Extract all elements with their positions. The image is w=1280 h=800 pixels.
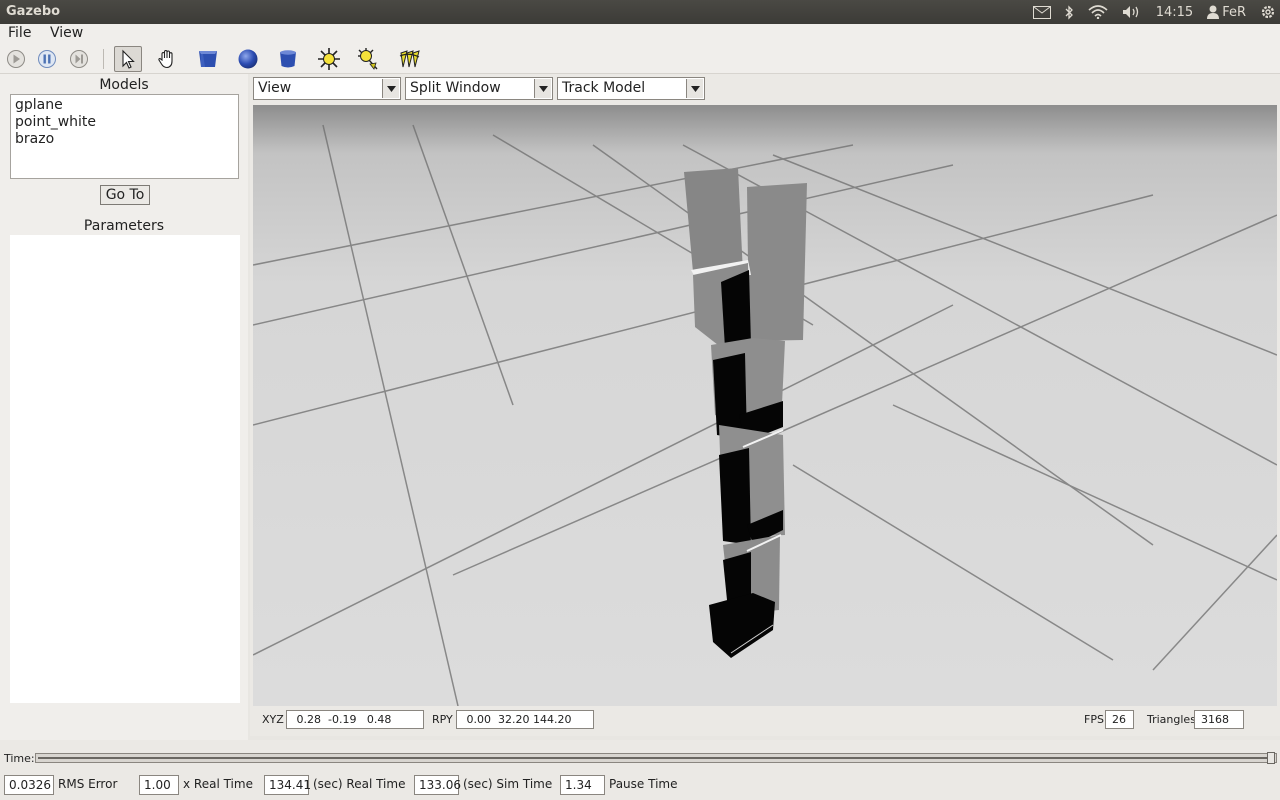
fps-label: FPS (1084, 713, 1104, 726)
system-tray: 14:15 FeR (1026, 0, 1280, 24)
chevron-down-icon (534, 79, 551, 98)
cylinder-tool-button[interactable] (274, 46, 302, 72)
triangles-label: Triangles (1147, 713, 1196, 726)
go-to-button[interactable]: Go To (100, 185, 150, 205)
time-label: Time: (4, 752, 35, 765)
play-icon (7, 50, 25, 68)
real-time-factor-field[interactable]: 1.00 (139, 775, 179, 795)
3d-viewport[interactable] (253, 105, 1277, 706)
cylinder-shape-icon (280, 50, 296, 68)
spot-light-icon (358, 48, 378, 70)
bottom-status-bar: Time: 0.0326 RMS Error 1.00 x Real Time … (0, 740, 1280, 800)
menu-view[interactable]: View (50, 25, 83, 41)
toolbar-separator (103, 49, 104, 69)
rpy-field[interactable]: 0.00 32.20 144.20 (456, 710, 594, 729)
model-item[interactable]: brazo (15, 131, 234, 148)
parameters-panel[interactable] (10, 235, 240, 703)
user-name[interactable]: FeR (1222, 5, 1246, 20)
play-button[interactable] (2, 46, 30, 72)
sphere-shape-icon (238, 49, 258, 69)
user-icon[interactable] (1207, 5, 1220, 19)
directional-light-icon (399, 50, 420, 68)
chevron-down-icon (382, 79, 399, 98)
real-time-field[interactable]: 134.41 (264, 775, 311, 795)
step-icon (70, 50, 88, 68)
track-model-select[interactable]: Track Model (557, 77, 705, 100)
scene-render (253, 105, 1277, 706)
view-panel: View Split Window Track Model XYZ 0.28 -… (250, 74, 1280, 736)
sim-time-field[interactable]: 133.06 (414, 775, 461, 795)
rpy-label: RPY (432, 713, 453, 726)
pause-button[interactable] (33, 46, 61, 72)
translate-mode-button[interactable] (153, 46, 181, 72)
viewport-status-bar: XYZ 0.28 -0.19 0.48 RPY 0.00 32.20 144.2… (250, 707, 1280, 733)
split-window-select[interactable]: Split Window (405, 77, 553, 100)
view-select-value: View (258, 80, 292, 96)
track-select-value: Track Model (562, 80, 646, 96)
menu-bar: File View (0, 24, 1280, 44)
model-item[interactable]: gplane (15, 97, 234, 114)
rms-error-label: RMS Error (58, 777, 118, 791)
wifi-icon[interactable] (1088, 5, 1108, 19)
fps-field[interactable]: 26 (1105, 710, 1134, 729)
sim-time-label: (sec) Sim Time (463, 777, 553, 791)
models-label: Models (99, 77, 149, 93)
time-slider-handle[interactable] (1267, 752, 1275, 764)
real-time-label: (sec) Real Time (313, 777, 406, 791)
spot-light-button[interactable] (354, 46, 382, 72)
real-time-factor-label: x Real Time (183, 777, 253, 791)
model-item[interactable]: point_white (15, 114, 234, 131)
mail-icon[interactable] (1032, 5, 1051, 19)
point-light-icon (318, 48, 340, 70)
directional-light-button[interactable] (395, 46, 423, 72)
parameters-label: Parameters (83, 218, 165, 234)
pause-time-label: Pause Time (609, 777, 678, 791)
toolbar (0, 44, 1280, 74)
top-panel: Gazebo 14:15 FeR (0, 0, 1280, 24)
select-arrow-icon (122, 49, 135, 69)
xyz-field[interactable]: 0.28 -0.19 0.48 (286, 710, 424, 729)
rms-error-field[interactable]: 0.0326 (4, 775, 54, 795)
xyz-label: XYZ (262, 713, 284, 726)
box-tool-button[interactable] (194, 46, 222, 72)
step-button[interactable] (65, 46, 93, 72)
left-panel: Models gplane point_white brazo Go To Pa… (0, 74, 248, 740)
time-slider[interactable] (35, 752, 1277, 764)
volume-icon[interactable] (1122, 5, 1142, 19)
select-mode-button[interactable] (114, 46, 142, 72)
view-select[interactable]: View (253, 77, 401, 100)
window-title: Gazebo (6, 4, 61, 19)
bluetooth-icon[interactable] (1065, 4, 1074, 20)
hand-move-icon (158, 49, 173, 69)
power-gear-icon[interactable] (1260, 4, 1276, 20)
clock[interactable]: 14:15 (1156, 5, 1193, 20)
box-shape-icon (199, 51, 217, 67)
menu-file[interactable]: File (8, 25, 31, 41)
sphere-tool-button[interactable] (234, 46, 262, 72)
chevron-down-icon (686, 79, 703, 98)
pause-time-field[interactable]: 1.34 (560, 775, 605, 795)
split-select-value: Split Window (410, 80, 501, 96)
time-slider-track (38, 757, 1274, 759)
models-list[interactable]: gplane point_white brazo (10, 94, 239, 179)
point-light-button[interactable] (315, 46, 343, 72)
pause-icon (38, 50, 56, 68)
triangles-field[interactable]: 3168 (1194, 710, 1244, 729)
